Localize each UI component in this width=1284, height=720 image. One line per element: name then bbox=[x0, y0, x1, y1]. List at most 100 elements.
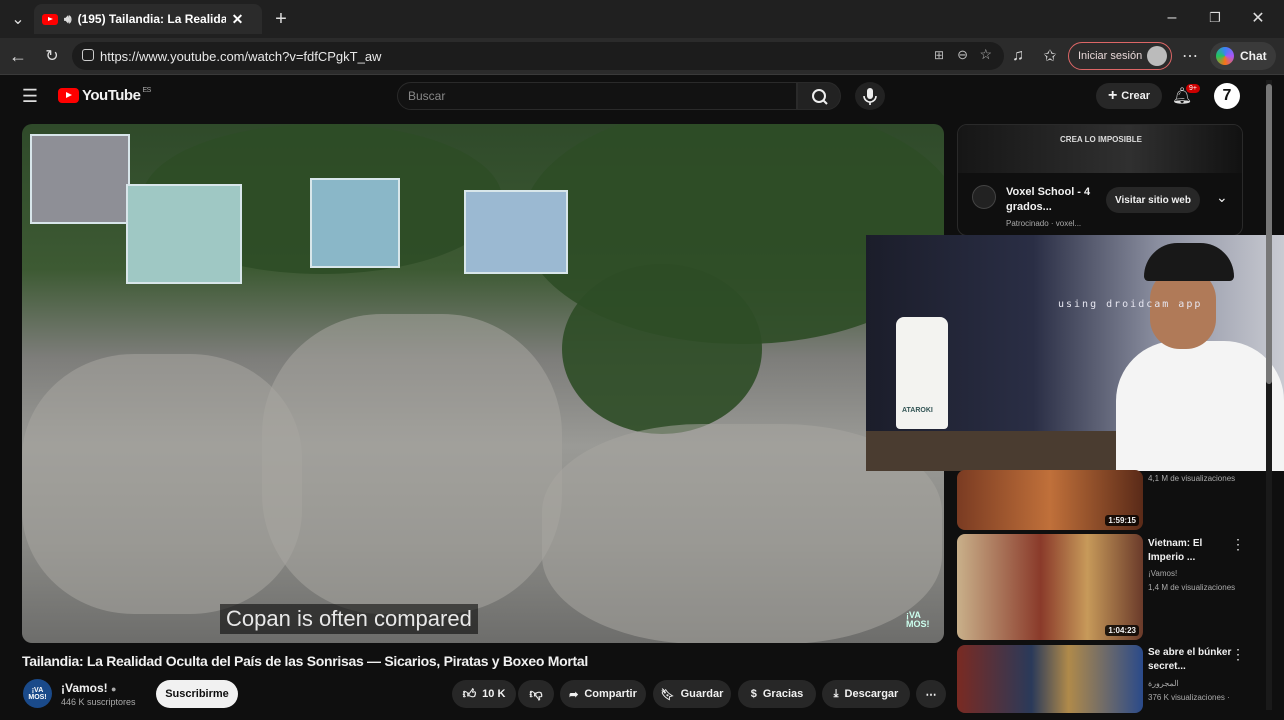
recommendation-title[interactable]: Se abre el búnker secret... bbox=[1148, 646, 1234, 674]
copilot-chat-button[interactable]: Chat bbox=[1210, 42, 1276, 70]
channel-avatar[interactable]: ¡VA MOS! bbox=[23, 679, 52, 708]
more-vert-icon[interactable]: ⋮ bbox=[1231, 646, 1245, 663]
recommendation-views: 376 K visualizaciones · bbox=[1148, 693, 1230, 702]
more-actions-button[interactable]: ⋯ bbox=[916, 680, 946, 708]
video-player[interactable]: Copan is often compared ¡VA MOS! bbox=[22, 124, 944, 643]
video-duration: 1:04:23 bbox=[1105, 625, 1139, 636]
recommendation-channel[interactable]: ¡Vamos! bbox=[1148, 569, 1177, 578]
recommendation-title[interactable]: Vietnam: El Imperio ... bbox=[1148, 537, 1234, 565]
create-button[interactable]: + Crear bbox=[1096, 83, 1162, 109]
rock bbox=[262, 314, 562, 614]
search-button[interactable] bbox=[797, 82, 841, 110]
video-subtitle: Copan is often compared bbox=[220, 604, 478, 634]
sponsored-ad-card[interactable]: CREA LO IMPOSIBLE Voxel School - 4 grado… bbox=[957, 124, 1243, 236]
recommendation-views: 1,4 M de visualizaciones bbox=[1148, 583, 1236, 592]
more-dots-icon: ⋯ bbox=[925, 688, 937, 701]
music-extension-icon[interactable]: ♫ bbox=[1008, 46, 1028, 66]
maximize-icon[interactable]: ❐ bbox=[1203, 8, 1227, 28]
new-tab-icon[interactable]: + bbox=[270, 8, 292, 30]
youtube-logo[interactable]: YouTube ES bbox=[58, 87, 151, 104]
like-button[interactable]: 👍︎ 10 K bbox=[452, 680, 516, 708]
bottle-label: ATAROKI bbox=[902, 407, 933, 414]
more-menu-icon[interactable]: ⋯ bbox=[1180, 46, 1200, 66]
signin-label: Iniciar sesión bbox=[1078, 50, 1143, 62]
ad-title: Voxel School - 4 grados... bbox=[1006, 186, 1091, 213]
foliage bbox=[562, 264, 762, 434]
browser-tab[interactable]: 🔊︎ (195) Tailandia: La Realidad Ocu ✕ bbox=[34, 4, 262, 34]
channel-name-text: ¡Vamos! bbox=[61, 681, 108, 695]
youtube-favicon-icon bbox=[42, 13, 58, 25]
video-duration: 1:59:15 bbox=[1105, 515, 1139, 526]
address-bar[interactable]: https://www.youtube.com/watch?v=fdfCPgkT… bbox=[72, 42, 1004, 70]
ad-logo bbox=[972, 185, 996, 209]
visit-site-button[interactable]: Visitar sitio web bbox=[1106, 187, 1200, 213]
copilot-icon bbox=[1216, 47, 1234, 65]
recommendation-views: 4,1 M de visualizaciones bbox=[1148, 474, 1236, 483]
notification-count-badge: 9+ bbox=[1186, 84, 1200, 93]
recommendation-thumbnail[interactable]: 1:59:15 bbox=[957, 470, 1143, 530]
close-window-icon[interactable]: ✕ bbox=[1246, 8, 1270, 28]
channel-name[interactable]: ¡Vamos! ● bbox=[61, 681, 116, 695]
tab-title: (195) Tailandia: La Realidad Ocu bbox=[77, 12, 226, 26]
plus-icon: + bbox=[1107, 87, 1118, 104]
site-info-icon[interactable] bbox=[82, 49, 94, 61]
favorite-star-icon[interactable]: ☆ bbox=[979, 46, 992, 63]
webcam-overlay: ATAROKI using droidcam app bbox=[866, 235, 1284, 471]
scrollbar-thumb[interactable] bbox=[1266, 84, 1272, 384]
thanks-icon: $ bbox=[750, 688, 757, 700]
hut bbox=[126, 184, 242, 284]
dislike-button[interactable]: 👎︎ bbox=[518, 680, 554, 708]
tab-close-icon[interactable]: ✕ bbox=[232, 11, 244, 28]
person bbox=[1116, 341, 1284, 471]
save-label: Guardar bbox=[680, 688, 724, 700]
download-button[interactable]: ⤓ Descargar bbox=[822, 680, 910, 708]
tab-list-chevron-icon[interactable]: ⌄ bbox=[8, 10, 28, 28]
youtube-play-icon bbox=[58, 88, 79, 103]
channel-watermark: ¡VA MOS! bbox=[906, 610, 930, 629]
save-button[interactable]: 🔖︎ Guardar bbox=[653, 680, 731, 708]
zoom-icon[interactable]: ⊖ bbox=[957, 47, 968, 63]
ad-banner-text: CREA LO IMPOSIBLE bbox=[1060, 135, 1142, 144]
url-text: https://www.youtube.com/watch?v=fdfCPgkT… bbox=[100, 48, 382, 64]
thanks-button[interactable]: $ Gracias bbox=[738, 680, 816, 708]
rock bbox=[22, 354, 302, 614]
sponsored-label: Patrocinado · voxel... bbox=[1006, 219, 1082, 228]
hamburger-menu-icon[interactable]: ☰ bbox=[20, 86, 40, 106]
minimize-icon[interactable]: – bbox=[1160, 8, 1184, 28]
recommendation-thumbnail[interactable]: 1:04:23 bbox=[957, 534, 1143, 640]
profile-avatar-icon bbox=[1147, 46, 1167, 66]
download-icon: ⤓ bbox=[833, 687, 839, 700]
hut bbox=[310, 178, 400, 268]
recommendation-thumbnail[interactable] bbox=[957, 645, 1143, 713]
search-icon bbox=[812, 89, 828, 105]
search-input[interactable]: Buscar bbox=[397, 82, 797, 110]
ad-menu-chevron-icon[interactable]: ⌄ bbox=[1216, 189, 1228, 206]
thumbs-down-icon: 👎︎ bbox=[529, 686, 543, 701]
recommendation-channel[interactable]: المجرورة bbox=[1148, 679, 1179, 688]
subscriber-count: 446 K suscriptores bbox=[61, 697, 136, 707]
like-count: 10 K bbox=[482, 688, 506, 700]
verified-icon: ● bbox=[111, 684, 117, 694]
app-available-icon[interactable]: ⊞ bbox=[934, 48, 944, 62]
cap bbox=[1144, 243, 1234, 281]
signin-button[interactable]: Iniciar sesión bbox=[1068, 42, 1172, 70]
more-vert-icon[interactable]: ⋮ bbox=[1231, 536, 1245, 553]
browser-tab-bar: ⌄ 🔊︎ (195) Tailandia: La Realidad Ocu ✕ … bbox=[0, 0, 1284, 38]
video-title: Tailandia: La Realidad Oculta del País d… bbox=[22, 653, 588, 669]
bookmark-icon: 🔖︎ bbox=[660, 688, 675, 701]
microphone-icon bbox=[863, 88, 877, 105]
voice-search-button[interactable] bbox=[855, 82, 885, 110]
account-avatar[interactable]: 7 bbox=[1214, 83, 1240, 109]
subscribe-button[interactable]: Suscribirme bbox=[156, 680, 238, 708]
hut bbox=[30, 134, 130, 224]
droidcam-overlay-text: using droidcam app bbox=[1058, 299, 1203, 310]
speaker-icon[interactable]: 🔊︎ bbox=[64, 12, 72, 27]
reload-icon[interactable]: ↻ bbox=[42, 46, 62, 66]
back-arrow-icon[interactable]: ← bbox=[8, 46, 28, 66]
share-label: Compartir bbox=[584, 688, 637, 700]
collections-icon[interactable]: ✩ bbox=[1040, 46, 1060, 66]
share-button[interactable]: ➦ Compartir bbox=[560, 680, 646, 708]
hut bbox=[464, 190, 568, 274]
create-label: Crear bbox=[1121, 90, 1151, 102]
share-icon: ➦ bbox=[569, 688, 579, 701]
